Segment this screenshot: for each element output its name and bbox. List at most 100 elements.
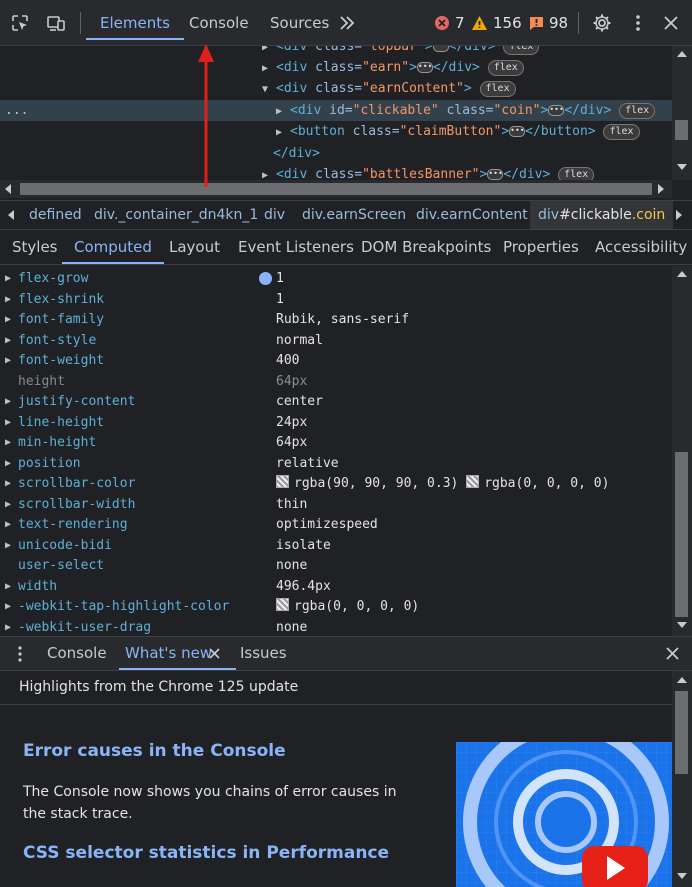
tab-accessibility[interactable]: Accessibility [595, 230, 687, 264]
go-to-source-icon[interactable] [259, 272, 272, 285]
expand-triangle-icon[interactable]: ▶ [5, 290, 11, 310]
computed-property-row[interactable]: ▶ font-style normal [0, 331, 672, 351]
computed-property-row[interactable]: ▶ line-height 24px [0, 413, 672, 433]
expand-triangle-icon[interactable]: ▶ [5, 515, 11, 535]
expand-triangle-icon[interactable]: ▶ [276, 122, 290, 143]
scroll-up-arrow-icon[interactable] [677, 677, 687, 683]
dom-node-selected[interactable]: ... ▶ <div id="clickable" class="coin">••… [0, 100, 672, 121]
tab-dom-breakpoints[interactable]: DOM Breakpoints [361, 230, 491, 264]
tab-computed[interactable]: Computed [62, 230, 164, 264]
scroll-up-arrow-icon[interactable] [677, 271, 687, 277]
expand-triangle-icon[interactable]: ▶ [5, 351, 11, 371]
breadcrumb-item[interactable]: div.earnContent [416, 201, 528, 229]
scroll-down-arrow-icon[interactable] [677, 873, 687, 879]
tab-sources[interactable]: Sources [270, 0, 329, 46]
ellipsis-icon[interactable]: ••• [416, 62, 433, 73]
breadcrumb-item[interactable]: div._container_dn4kn_1 [94, 201, 258, 229]
issue-counter[interactable]: 98 [529, 14, 568, 32]
computed-property-row[interactable]: ▶ scrollbar-width thin [0, 495, 672, 515]
dom-tree-horizontal-scrollbar[interactable] [0, 180, 672, 198]
tab-elements[interactable]: Elements [86, 0, 184, 46]
scroll-right-arrow-icon[interactable] [658, 184, 664, 194]
color-swatch[interactable] [466, 475, 480, 488]
close-tab-icon[interactable] [208, 647, 221, 660]
expand-triangle-icon[interactable]: ▶ [5, 454, 11, 474]
gear-icon[interactable] [592, 13, 612, 33]
whats-new-heading[interactable]: CSS selector statistics in Performance [23, 843, 389, 863]
flex-badge[interactable]: flex [503, 46, 540, 55]
breadcrumb-scroll-left-icon[interactable] [8, 210, 14, 220]
scroll-up-arrow-icon[interactable] [677, 51, 687, 57]
expand-triangle-icon[interactable]: ▶ [5, 433, 11, 453]
tab-event-listeners[interactable]: Event Listeners [238, 230, 354, 264]
warning-counter[interactable]: 156 [471, 14, 522, 32]
chevron-double-right-icon[interactable] [338, 14, 358, 34]
expand-triangle-icon[interactable]: ▶ [262, 165, 276, 180]
expand-triangle-icon[interactable]: ▶ [5, 331, 11, 351]
breadcrumb-item[interactable]: div [264, 201, 285, 229]
dom-tree-vertical-scrollbar[interactable] [672, 46, 692, 180]
collapse-triangle-icon[interactable]: ▼ [262, 79, 276, 100]
inspect-element-icon[interactable] [10, 13, 30, 33]
ellipsis-icon[interactable]: ••• [548, 105, 565, 116]
computed-property-row[interactable]: user-select none [0, 556, 672, 576]
whats-new-heading[interactable]: Error causes in the Console [23, 741, 286, 761]
close-icon[interactable] [661, 13, 681, 33]
computed-property-row[interactable]: ▶ unicode-bidi isolate [0, 536, 672, 556]
drawer-menu-icon[interactable] [11, 645, 29, 663]
computed-property-row[interactable]: ▶ text-rendering optimizespeed [0, 515, 672, 535]
drawer-tab-issues[interactable]: Issues [240, 637, 287, 670]
computed-property-row[interactable]: ▶ font-weight 400 [0, 351, 672, 371]
computed-property-row[interactable]: ▶ position relative [0, 454, 672, 474]
dom-node[interactable]: ▶ <div class="earn">•••</div> flex [0, 57, 672, 78]
expand-triangle-icon[interactable]: ▶ [5, 392, 11, 412]
scrollbar-thumb[interactable] [675, 120, 688, 140]
more-options-icon[interactable] [628, 13, 648, 33]
scroll-left-arrow-icon[interactable] [5, 184, 11, 194]
scrollbar-thumb[interactable] [675, 452, 688, 617]
expand-triangle-icon[interactable]: ▶ [262, 58, 276, 79]
color-swatch[interactable] [276, 475, 289, 488]
drawer-tab-console[interactable]: Console [47, 637, 107, 670]
expand-triangle-icon[interactable]: ▶ [5, 474, 11, 494]
computed-property-row[interactable]: height 64px [0, 372, 672, 392]
expand-triangle-icon[interactable]: ▶ [5, 536, 11, 556]
color-swatch[interactable] [276, 598, 289, 611]
flex-badge[interactable]: flex [619, 102, 656, 119]
dom-node[interactable]: ▶ <button class="claimButton">•••</button… [0, 121, 672, 142]
computed-property-row[interactable]: ▶ -webkit-tap-highlight-color rgba(0, 0, 0… [0, 597, 672, 617]
tab-properties[interactable]: Properties [503, 230, 579, 264]
dom-node[interactable]: ▶<div class="topBar">•••</div> flex [0, 46, 672, 57]
scroll-down-arrow-icon[interactable] [677, 622, 687, 628]
ellipsis-icon[interactable]: ••• [487, 169, 504, 180]
close-drawer-icon[interactable] [664, 645, 681, 662]
computed-property-row[interactable]: ▶ -webkit-user-drag none [0, 618, 672, 637]
flex-badge[interactable]: flex [558, 166, 595, 180]
expand-triangle-icon[interactable]: ▶ [5, 495, 11, 515]
scrollbar-thumb[interactable] [20, 183, 652, 195]
expand-triangle-icon[interactable]: ▶ [5, 618, 11, 637]
dom-tree[interactable]: ▶<div class="topBar">•••</div> flex ▶<di… [0, 46, 672, 180]
expand-triangle-icon[interactable]: ▶ [5, 597, 11, 617]
expand-triangle-icon[interactable]: ▶ [276, 101, 290, 122]
computed-property-row[interactable]: ▶ font-family Rubik, sans-serif [0, 310, 672, 330]
computed-property-row[interactable]: ▶ justify-content center [0, 392, 672, 412]
computed-property-row[interactable]: ▶ min-height 64px [0, 433, 672, 453]
computed-property-row[interactable]: ▶ flex-shrink 1 [0, 290, 672, 310]
dom-node[interactable]: ▼ <div class="earnContent"> flex [0, 78, 672, 99]
computed-property-row[interactable]: ▶ flex-grow 1 [0, 269, 672, 289]
expand-triangle-icon[interactable]: ▶ [5, 310, 11, 330]
computed-property-row[interactable]: ▶ width 496.4px [0, 577, 672, 597]
selected-gutter-dots[interactable]: ... [5, 100, 28, 121]
error-counter[interactable]: 7 [434, 14, 465, 32]
device-toolbar-icon[interactable] [46, 13, 66, 33]
breadcrumb-item[interactable]: div.earnScreen [302, 201, 406, 229]
whats-new-video-thumbnail[interactable] [456, 742, 672, 887]
tab-styles[interactable]: Styles [12, 230, 58, 264]
expand-triangle-icon[interactable]: ▶ [5, 577, 11, 597]
flex-badge[interactable]: flex [487, 59, 524, 76]
breadcrumb-scroll-right-icon[interactable] [676, 210, 682, 220]
dom-node[interactable]: ▶ <div class="battlesBanner">•••</div> fl… [0, 164, 672, 180]
scrollbar-thumb[interactable] [675, 691, 688, 774]
expand-triangle-icon[interactable]: ▶ [5, 413, 11, 433]
